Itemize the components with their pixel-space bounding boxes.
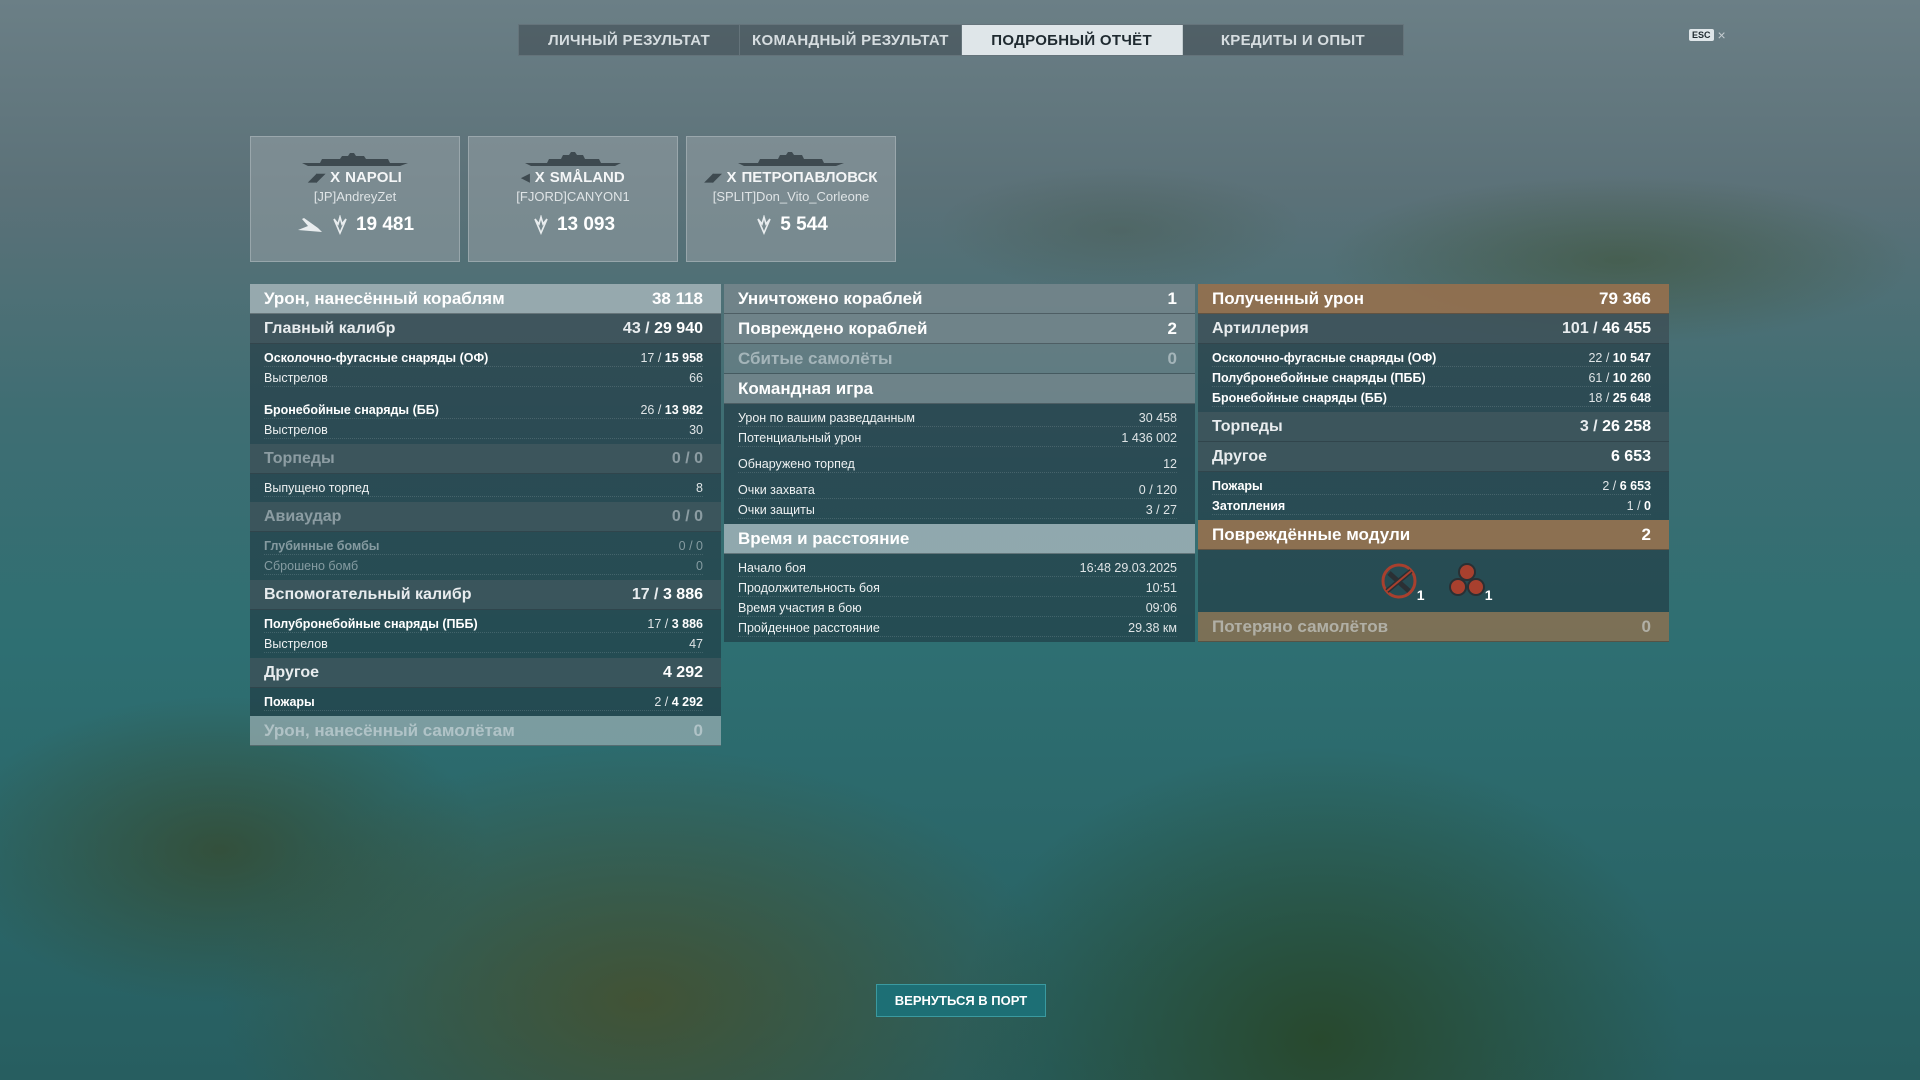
- tab-personal-result[interactable]: ЛИЧНЫЙ РЕЗУЛЬТАТ: [519, 25, 741, 55]
- ship-silhouette-icon: [525, 152, 621, 166]
- he-shells-line: Осколочно-фугасные снаряды (ОФ) 17 / 15 9…: [250, 348, 721, 368]
- damaged-ships-row: Повреждено кораблей 2: [724, 314, 1195, 344]
- ship-name: ПЕТРОПАВЛОВСК: [741, 169, 878, 186]
- planes-shot-row: Сбитые самолёты 0: [724, 344, 1195, 374]
- player-name: [FJORD]CANYON1: [516, 189, 630, 204]
- spotting-damage-line: Урон по вашим разведданным 30 458: [724, 408, 1195, 428]
- player-name: [SPLIT]Don_Vito_Corleone: [712, 189, 870, 204]
- torpedoes-launched-line: Выпущено торпед 8: [250, 478, 721, 498]
- tab-credits-xp[interactable]: КРЕДИТЫ И ОПЫТ: [1183, 25, 1403, 55]
- close-icon: ×: [1717, 27, 1726, 43]
- damaged-modules-header: Повреждённые модули 2: [1198, 520, 1669, 550]
- ship-name: NAPOLI: [345, 169, 402, 186]
- ship-card-napoli[interactable]: ◢◤ X NAPOLI [JP]AndreyZet 19 481: [250, 136, 460, 262]
- tab-detailed-report[interactable]: ПОДРОБНЫЙ ОТЧЁТ: [961, 25, 1183, 55]
- tier-flag-icon: ◢◤: [704, 172, 722, 184]
- row-label: Главный калибр: [264, 319, 396, 337]
- module-count: 1: [1416, 587, 1425, 603]
- airstrike-row: Авиаудар 0 / 0: [250, 502, 721, 532]
- ship-card-petropavlovsk[interactable]: ◢◤ X ПЕТРОПАВЛОВСК [SPLIT]Don_Vito_Corleon…: [686, 136, 896, 262]
- other-details: Пожары 2 / 4 292: [250, 688, 721, 716]
- time-distance-header: Время и расстояние: [724, 524, 1195, 554]
- destroyed-ships-row: Уничтожено кораблей 1: [724, 284, 1195, 314]
- module-count: 1: [1484, 587, 1493, 603]
- esc-key-icon: ESC: [1689, 29, 1714, 41]
- bombs-dropped-line: Сброшено бомб 0: [250, 556, 721, 576]
- ap-received-line: Бронебойные снаряды (ББ) 18 / 25 648: [1198, 388, 1669, 408]
- plane-icon: [297, 218, 322, 232]
- torpedoes-spotted-line: Обнаружено торпед 12: [724, 454, 1195, 474]
- ship-card-smaland[interactable]: ◀ X SMÅLAND [FJORD]CANYON1 13 093: [468, 136, 678, 262]
- ship-tier: X: [726, 169, 737, 186]
- damage-burst-icon: [534, 215, 548, 235]
- team-play-header: Командная игра: [724, 374, 1195, 404]
- player-name: [JP]AndreyZet: [313, 189, 397, 204]
- battle-duration-line: Продолжительность боя 10:51: [724, 578, 1195, 598]
- gun-disabled-icon: 1: [1379, 561, 1425, 603]
- return-to-port-button[interactable]: ВЕРНУТЬСЯ В ПОРТ: [876, 984, 1046, 1017]
- damage-dealt-panel: Урон, нанесённый кораблям 38 118 Главный …: [250, 284, 721, 746]
- other-damage-row: Другое 4 292: [250, 658, 721, 688]
- ap-shells-line: Бронебойные снаряды (ББ) 26 / 13 982: [250, 400, 721, 420]
- ap-details: Бронебойные снаряды (ББ) 26 / 13 982 Выст…: [250, 392, 721, 444]
- airstrike-details: Глубинные бомбы 0 / 0 Сброшено бомб 0: [250, 532, 721, 580]
- tab-team-result[interactable]: КОМАНДНЫЙ РЕЗУЛЬТАТ: [740, 25, 962, 55]
- team-play-details: Урон по вашим разведданным 30 458 Потенци…: [724, 404, 1195, 524]
- received-damage-header: Полученный урон 79 366: [1198, 284, 1669, 314]
- section-value: 38 118: [651, 288, 703, 308]
- secondary-caliber-row: Вспомогательный калибр 17 / 3 886: [250, 580, 721, 610]
- damage-burst-icon: [333, 215, 347, 235]
- tier-flag-icon: ◀: [521, 172, 530, 184]
- flooding-line: Затопления 1 / 0: [1198, 496, 1669, 516]
- ship-silhouette-icon: [738, 152, 844, 166]
- result-tabs: ЛИЧНЫЙ РЕЗУЛЬТАТ КОМАНДНЫЙ РЕЗУЛЬТАТ ПОД…: [518, 24, 1404, 56]
- other-received-row: Другое 6 653: [1198, 442, 1669, 472]
- damage-planes-header: Урон, нанесённый самолётам 0: [250, 716, 721, 746]
- ship-tier: X: [534, 169, 545, 186]
- torpedo-details: Выпущено торпед 8: [250, 474, 721, 502]
- ap-shots-line: Выстрелов 30: [250, 420, 721, 440]
- artillery-row: Артиллерия 101 / 46 455: [1198, 314, 1669, 344]
- defense-points-line: Очки защиты 3 / 27: [724, 500, 1195, 520]
- row-value: 43 / 29 940: [622, 319, 703, 337]
- fires-received-line: Пожары 2 / 6 653: [1198, 476, 1669, 496]
- damage-score: 13 093: [556, 214, 616, 235]
- damaged-modules-list: 1 1: [1198, 550, 1669, 612]
- damage-burst-icon: [757, 215, 771, 235]
- sap-received-line: Полубронебойные снаряды (ПББ) 61 / 10 260: [1198, 368, 1669, 388]
- main-caliber-row: Главный калибр 43 / 29 940: [250, 314, 721, 344]
- damage-score: 19 481: [355, 214, 415, 235]
- battle-start-line: Начало боя 16:48 29.03.2025: [724, 558, 1195, 578]
- potential-damage-line: Потенциальный урон 1 436 002: [724, 428, 1195, 448]
- damage-ships-header: Урон, нанесённый кораблям 38 118: [250, 284, 721, 314]
- team-stats-panel: Уничтожено кораблей 1 Повреждено кораблей…: [724, 284, 1195, 642]
- time-in-battle-line: Время участия в бою 09:06: [724, 598, 1195, 618]
- torpedoes-received-row: Торпеды 3 / 26 258: [1198, 412, 1669, 442]
- ship-name: SMÅLAND: [549, 169, 625, 186]
- damage-score: 5 544: [780, 214, 828, 235]
- main-caliber-details: Осколочно-фугасные снаряды (ОФ) 17 / 15 9…: [250, 344, 721, 392]
- engine-cluster-icon: 1: [1447, 561, 1493, 603]
- damage-received-panel: Полученный урон 79 366 Артиллерия 101 / 46…: [1198, 284, 1669, 642]
- he-received-line: Осколочно-фугасные снаряды (ОФ) 22 / 10 5…: [1198, 348, 1669, 368]
- torpedoes-row: Торпеды 0 / 0: [250, 444, 721, 474]
- distance-line: Пройденное расстояние 29.38 км: [724, 618, 1195, 638]
- close-button[interactable]: ESC ×: [1689, 27, 1726, 43]
- sap-shots-line: Выстрелов 47: [250, 634, 721, 654]
- section-title: Урон, нанесённый кораблям: [264, 288, 505, 308]
- secondary-details: Полубронебойные снаряды (ПББ) 17 / 3 886 …: [250, 610, 721, 658]
- fires-line: Пожары 2 / 4 292: [250, 692, 721, 712]
- sap-shells-line: Полубронебойные снаряды (ПББ) 17 / 3 886: [250, 614, 721, 634]
- planes-lost-row: Потеряно самолётов 0: [1198, 612, 1669, 642]
- time-distance-details: Начало боя 16:48 29.03.2025 Продолжительн…: [724, 554, 1195, 642]
- he-shots-line: Выстрелов 66: [250, 368, 721, 388]
- ship-tier: X: [330, 169, 341, 186]
- depth-charges-line: Глубинные бомбы 0 / 0: [250, 536, 721, 556]
- capture-points-line: Очки захвата 0 / 120: [724, 480, 1195, 500]
- other-received-details: Пожары 2 / 6 653 Затопления 1 / 0: [1198, 472, 1669, 520]
- artillery-details: Осколочно-фугасные снаряды (ОФ) 22 / 10 5…: [1198, 344, 1669, 412]
- tier-flag-icon: ◢◤: [308, 172, 326, 184]
- ship-silhouette-icon: [302, 153, 408, 166]
